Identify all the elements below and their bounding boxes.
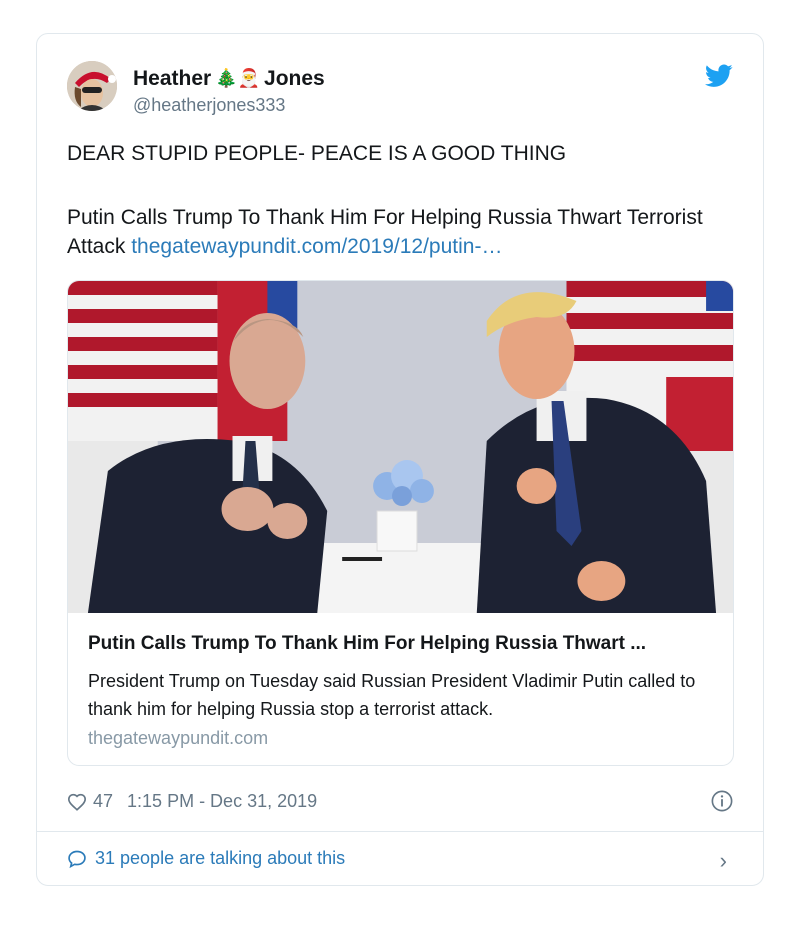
like-count: 47 [93, 791, 114, 811]
preview-domain: thegatewaypundit.com [88, 728, 269, 748]
divider [37, 831, 763, 832]
author-last-name: Jones [264, 67, 325, 90]
like-button[interactable]: 47 [67, 791, 113, 812]
avatar[interactable] [67, 61, 117, 111]
tweet-meta: 47 1:15 PM - Dec 31, 2019 [67, 791, 317, 812]
link-preview-card[interactable]: Putin Calls Trump To Thank Him For Helpi… [67, 280, 734, 766]
preview-image [68, 281, 733, 613]
tweet-text-line2: Putin Calls Trump To Thank Him For Helpi… [67, 203, 737, 261]
author-handle[interactable]: @heatherjones333 [133, 95, 285, 116]
tweet-timestamp[interactable]: 1:15 PM - Dec 31, 2019 [127, 791, 317, 812]
speech-bubble-icon [68, 850, 86, 868]
conversation-text: 31 people are talking about this [95, 848, 346, 868]
conversation-link[interactable]: 31 people are talking about this [67, 848, 345, 869]
tweet-card: Heather 🎄🎅 Jones @heatherjones333 DEAR S… [36, 33, 764, 886]
preview-description: President Trump on Tuesday said Russian … [88, 671, 696, 719]
preview-title: Putin Calls Trump To Thank Him For Helpi… [88, 633, 647, 654]
author-name-emojis: 🎄🎅 [215, 68, 261, 89]
info-icon[interactable] [711, 790, 733, 812]
tweet-link[interactable]: thegatewaypundit.com/2019/12/putin-… [131, 235, 502, 258]
author-first-name: Heather [133, 67, 212, 90]
tweet-text-line1: DEAR STUPID PEOPLE- PEACE IS A GOOD THIN… [67, 142, 567, 165]
chevron-right-icon[interactable]: › [720, 848, 727, 874]
twitter-bird-icon[interactable] [705, 64, 733, 88]
heart-icon [67, 793, 87, 811]
author-name[interactable]: Heather 🎄🎅 Jones [133, 66, 325, 92]
